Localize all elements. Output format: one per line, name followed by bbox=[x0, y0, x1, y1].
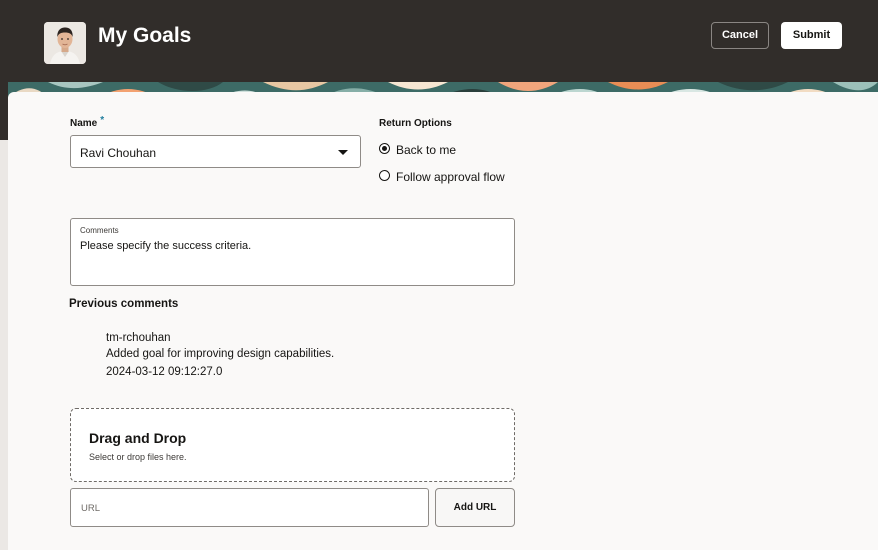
comment-text: Added goal for improving design capabili… bbox=[106, 348, 335, 360]
comments-label: Comments bbox=[80, 226, 119, 235]
radio-back-to-me-label[interactable]: Back to me bbox=[396, 143, 456, 157]
page-title: My Goals bbox=[98, 24, 192, 47]
return-options-label: Return Options bbox=[379, 118, 452, 129]
radio-back-to-me[interactable] bbox=[379, 143, 390, 154]
name-label: Name * bbox=[70, 115, 105, 129]
name-label-text: Name bbox=[70, 118, 98, 129]
previous-comments-title: Previous comments bbox=[69, 298, 179, 310]
name-select-value: Ravi Chouhan bbox=[80, 146, 157, 160]
name-select[interactable]: Ravi Chouhan bbox=[70, 135, 361, 168]
submit-button[interactable]: Submit bbox=[781, 22, 842, 49]
radio-follow-approval-flow[interactable] bbox=[379, 170, 390, 181]
url-placeholder: URL bbox=[81, 503, 101, 514]
dropzone-subtitle: Select or drop files here. bbox=[89, 452, 187, 462]
file-dropzone[interactable]: Drag and Drop Select or drop files here. bbox=[70, 408, 515, 482]
url-input[interactable]: URL bbox=[70, 488, 429, 527]
comment-author: tm-rchouhan bbox=[106, 332, 171, 344]
avatar bbox=[44, 22, 86, 64]
add-url-button[interactable]: Add URL bbox=[435, 488, 515, 527]
side-strip bbox=[0, 140, 8, 550]
cancel-button[interactable]: Cancel bbox=[711, 22, 769, 49]
comments-textarea[interactable]: Comments Please specify the success crit… bbox=[70, 218, 515, 286]
radio-follow-approval-flow-label[interactable]: Follow approval flow bbox=[396, 170, 505, 184]
comment-timestamp: 2024-03-12 09:12:27.0 bbox=[106, 366, 223, 378]
chevron-down-icon[interactable] bbox=[338, 150, 348, 155]
comments-value[interactable]: Please specify the success criteria. bbox=[80, 240, 251, 252]
dropzone-title: Drag and Drop bbox=[89, 430, 187, 446]
required-marker: * bbox=[100, 115, 105, 126]
